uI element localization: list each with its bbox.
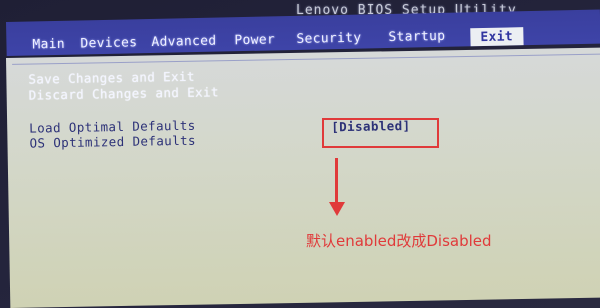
tab-power[interactable]: Power [234,32,275,48]
highlight-box [322,118,439,148]
tab-startup[interactable]: Startup [388,29,445,45]
tab-advanced[interactable]: Advanced [151,34,216,50]
annotation-arrow-shaft [335,158,338,206]
option-discard-changes-and-exit[interactable]: Discard Changes and Exit [29,84,219,102]
option-os-optimized-defaults[interactable]: OS Optimized Defaults [29,133,196,151]
tab-security[interactable]: Security [296,31,361,47]
annotation-note: 默认enabled改成Disabled [306,232,492,250]
tab-devices[interactable]: Devices [80,35,137,51]
tab-exit[interactable]: Exit [470,27,524,47]
tab-main[interactable]: Main [32,37,65,53]
panel-divider [12,53,600,65]
option-save-changes-and-exit[interactable]: Save Changes and Exit [28,69,195,87]
annotation-arrow-head [329,202,345,216]
options-panel: Save Changes and Exit Discard Changes an… [6,47,600,308]
bios-screen: Lenovo BIOS Setup Utility Main Devices A… [0,0,600,308]
